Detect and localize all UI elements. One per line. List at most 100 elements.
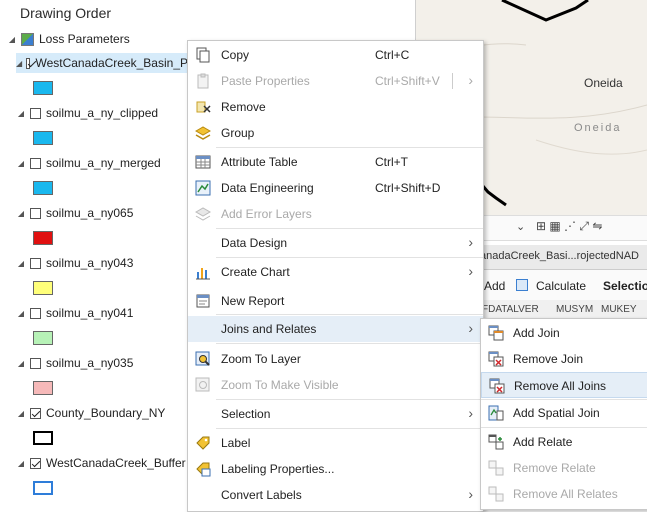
- layer-row-1[interactable]: ◢ soilmu_a_ny_clipped: [16, 103, 158, 123]
- menu-item-zoom-to-layer[interactable]: Zoom To Layer: [188, 346, 483, 372]
- group-layer-label: Loss Parameters: [39, 32, 130, 46]
- layer-visibility-checkbox[interactable]: [30, 257, 41, 269]
- layer-symbol-swatch[interactable]: [33, 331, 53, 345]
- submenu-item-add-spatial-join[interactable]: Add Spatial Join: [481, 400, 647, 426]
- layer-row-8[interactable]: ◢ WestCanadaCreek_Buffer: [16, 453, 186, 473]
- submenu-item-add-relate[interactable]: Add Relate: [481, 429, 647, 455]
- menu-item-label: Label: [221, 436, 251, 450]
- menu-item-shortcut: Ctrl+C: [375, 48, 410, 62]
- layer-symbol-swatch[interactable]: [33, 81, 53, 95]
- menu-item-create-chart[interactable]: Create Chart ›: [188, 259, 483, 285]
- submenu-item-remove-relate[interactable]: Remove Relate: [481, 455, 647, 481]
- collapse-triangle-icon[interactable]: ◢: [16, 59, 22, 68]
- remove-relate-icon: [488, 460, 504, 476]
- menu-item-labeling-properties[interactable]: Labeling Properties...: [188, 456, 483, 482]
- menu-item-label: Add Error Layers: [221, 207, 312, 221]
- layer-visibility-checkbox[interactable]: [30, 107, 41, 119]
- layer-visibility-checkbox[interactable]: [30, 357, 41, 369]
- layer-row-7[interactable]: ◢ County_Boundary_NY: [16, 403, 166, 423]
- collapse-triangle-icon[interactable]: ◢: [16, 259, 26, 268]
- submenu-item-label: Add Spatial Join: [513, 406, 600, 420]
- layer-visibility-checkbox[interactable]: [30, 307, 41, 319]
- layer-row-6[interactable]: ◢ soilmu_a_ny035: [16, 353, 133, 373]
- layer-label: soilmu_a_ny_merged: [46, 156, 161, 170]
- chart-icon: [196, 268, 210, 280]
- menu-item-add-error-layers[interactable]: Add Error Layers: [188, 201, 483, 227]
- submenu-arrow-icon[interactable]: ›: [468, 72, 473, 88]
- menu-item-label: Data Design: [221, 236, 288, 250]
- menu-item-label: Create Chart: [221, 265, 290, 279]
- layer-symbol-swatch[interactable]: [33, 431, 53, 445]
- menu-item-new-report[interactable]: New Report: [188, 288, 483, 314]
- attribute-table-tab[interactable]: anadaCreek_Basi...rojectedNAD: [480, 250, 639, 262]
- dropdown-chevron-icon[interactable]: ⌄: [516, 220, 525, 233]
- layer-visibility-checkbox[interactable]: [30, 207, 41, 219]
- split-divider: [452, 73, 453, 89]
- collapse-triangle-icon[interactable]: ◢: [16, 409, 26, 418]
- menu-item-data-design[interactable]: Data Design ›: [188, 230, 483, 256]
- map-label: Oneida: [574, 122, 622, 134]
- collapse-triangle-icon[interactable]: ◢: [7, 35, 17, 44]
- map-label: Oneida: [584, 76, 623, 90]
- submenu-separator: [481, 427, 647, 428]
- submenu-item-remove-join[interactable]: Remove Join: [481, 346, 647, 372]
- group-icon: [195, 126, 211, 140]
- layer-symbol-swatch[interactable]: [33, 381, 53, 395]
- layer-visibility-checkbox[interactable]: [30, 157, 41, 169]
- layer-symbol-swatch[interactable]: [33, 481, 53, 495]
- layer-visibility-checkbox[interactable]: [30, 457, 41, 469]
- collapse-triangle-icon[interactable]: ◢: [16, 209, 26, 218]
- collapse-triangle-icon[interactable]: ◢: [16, 159, 26, 168]
- layer-symbol-swatch[interactable]: [33, 231, 53, 245]
- layer-visibility-checkbox[interactable]: [26, 57, 31, 69]
- layer-row-0[interactable]: ◢ WestCanadaCreek_Basin_P: [16, 53, 188, 73]
- menu-item-joins-and-relates[interactable]: Joins and Relates ›: [188, 316, 483, 342]
- menu-item-label: New Report: [221, 294, 285, 308]
- add-field-button[interactable]: Add: [484, 279, 505, 293]
- menu-item-convert-labels[interactable]: Convert Labels ›: [188, 482, 483, 508]
- layer-symbol-swatch[interactable]: [33, 281, 53, 295]
- layer-row-4[interactable]: ◢ soilmu_a_ny043: [16, 253, 133, 273]
- menu-item-remove[interactable]: Remove: [188, 94, 483, 120]
- menu-separator: [216, 314, 483, 315]
- column-header[interactable]: MUKEY: [601, 304, 637, 315]
- menu-item-copy[interactable]: Copy Ctrl+C: [188, 42, 483, 68]
- selection-button[interactable]: Selectio: [603, 279, 647, 293]
- menu-item-group[interactable]: Group: [188, 120, 483, 146]
- menu-item-paste-properties[interactable]: Paste Properties Ctrl+Shift+V ›: [188, 68, 483, 94]
- map-tools-icon[interactable]: ⊞ ▦ ⋰ ⤢ ⇋: [536, 219, 602, 234]
- submenu-item-label: Remove All Relates: [513, 487, 618, 501]
- layer-row-3[interactable]: ◢ soilmu_a_ny065: [16, 203, 133, 223]
- menu-item-label-toggle[interactable]: Label: [188, 430, 483, 456]
- submenu-arrow-icon: ›: [468, 486, 473, 502]
- submenu-item-remove-all-relates[interactable]: Remove All Relates: [481, 481, 647, 507]
- menu-item-selection[interactable]: Selection ›: [188, 401, 483, 427]
- collapse-triangle-icon[interactable]: ◢: [16, 359, 26, 368]
- layer-symbol-swatch[interactable]: [33, 181, 53, 195]
- labeling-properties-icon: [196, 462, 211, 477]
- collapse-triangle-icon[interactable]: ◢: [16, 109, 26, 118]
- add-join-icon: [488, 325, 504, 341]
- layer-row-5[interactable]: ◢ soilmu_a_ny041: [16, 303, 133, 323]
- group-layer-row[interactable]: ◢ Loss Parameters: [7, 29, 130, 49]
- submenu-item-add-join[interactable]: Add Join: [481, 320, 647, 346]
- menu-item-data-engineering[interactable]: Data Engineering Ctrl+Shift+D: [188, 175, 483, 201]
- layer-row-2[interactable]: ◢ soilmu_a_ny_merged: [16, 153, 161, 173]
- menu-item-zoom-to-make-visible[interactable]: Zoom To Make Visible: [188, 372, 483, 398]
- remove-icon: [196, 101, 211, 113]
- submenu-arrow-icon: ›: [468, 320, 473, 336]
- collapse-triangle-icon[interactable]: ◢: [16, 309, 26, 318]
- layer-visibility-checkbox[interactable]: [30, 407, 41, 419]
- menu-item-attribute-table[interactable]: Attribute Table Ctrl+T: [188, 149, 483, 175]
- submenu-arrow-icon: ›: [468, 234, 473, 250]
- menu-item-label: Selection: [221, 407, 271, 421]
- layer-symbol-swatch[interactable]: [33, 131, 53, 145]
- submenu-arrow-icon: ›: [468, 263, 473, 279]
- calculate-button[interactable]: Calculate: [536, 279, 586, 293]
- menu-separator: [216, 147, 483, 148]
- column-header[interactable]: FDATALVER: [482, 304, 539, 315]
- collapse-triangle-icon[interactable]: ◢: [16, 459, 26, 468]
- column-header[interactable]: MUSYM: [556, 304, 593, 315]
- label-icon: [196, 436, 210, 450]
- submenu-item-remove-all-joins[interactable]: Remove All Joins: [481, 372, 647, 398]
